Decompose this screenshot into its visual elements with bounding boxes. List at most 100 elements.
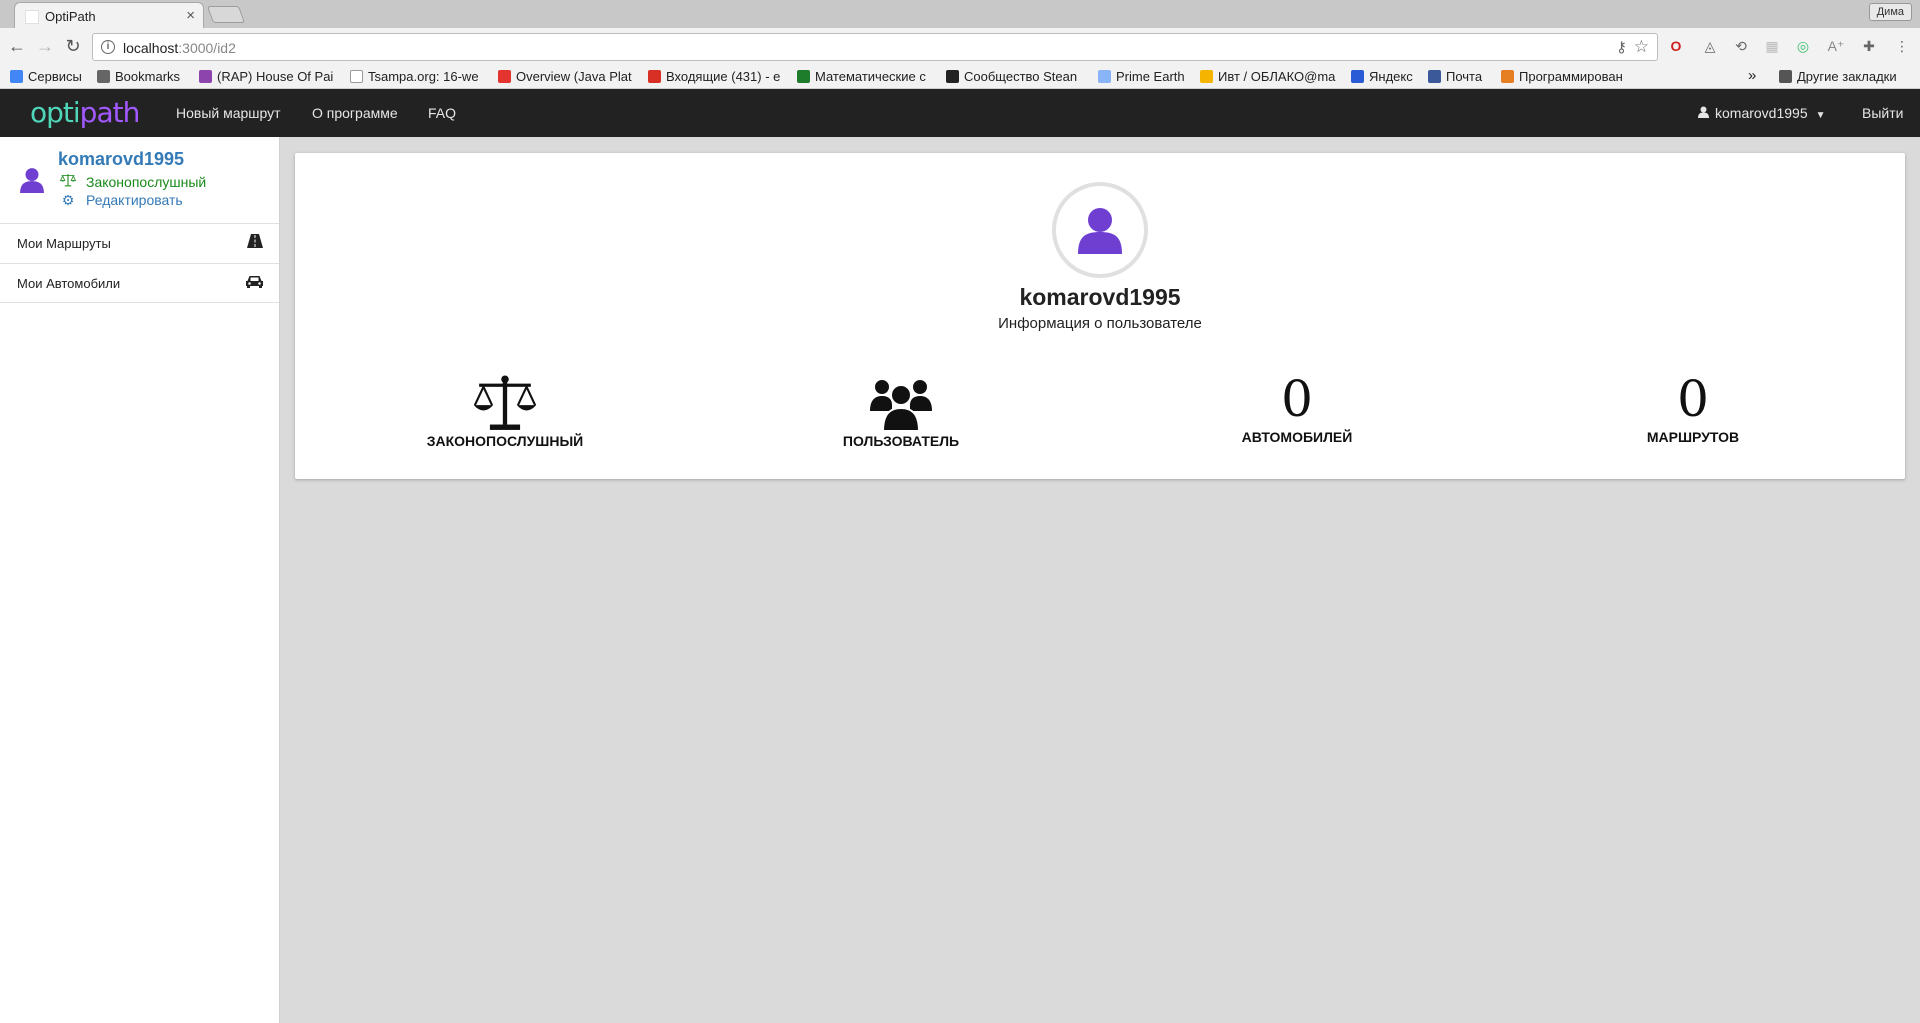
bookmark-label: Сообщество Stean <box>964 69 1078 84</box>
key-icon[interactable]: ⚷ <box>1616 38 1627 56</box>
bookmark-star-icon[interactable]: ☆ <box>1634 37 1649 57</box>
bookmark-rap[interactable]: (RAP) House Of Pai <box>199 69 335 84</box>
sidebar-avatar-icon <box>20 167 44 198</box>
bookmark-prime-earth[interactable]: Prime Earth <box>1098 69 1194 84</box>
bookmark-programming[interactable]: Программирован <box>1501 69 1639 84</box>
stat-routes-count: 0 <box>1677 370 1709 428</box>
road-icon <box>247 234 263 253</box>
extension-circle-icon[interactable]: ◎ <box>1794 37 1812 55</box>
nav-faq[interactable]: FAQ <box>428 105 456 121</box>
tab-close-icon[interactable]: × <box>186 7 195 24</box>
back-arrow-icon[interactable]: ← <box>6 36 28 56</box>
forward-arrow-icon[interactable]: → <box>34 36 56 56</box>
stat-role: ПОЛЬЗОВАТЕЛЬ <box>751 371 1051 449</box>
sidebar-username[interactable]: komarovd1995 <box>58 149 184 170</box>
profile-card: komarovd1995 Информация о пользователе З… <box>295 153 1905 479</box>
java-icon <box>1501 70 1514 83</box>
sidebar: komarovd1995 Законопослушный ⚙ Редактиров… <box>0 137 280 1023</box>
bookmark-favicon-icon <box>199 70 212 83</box>
extension-history-icon[interactable]: ⟲ <box>1732 37 1750 55</box>
sidebar-item-label: Мои Маршруты <box>17 236 111 251</box>
bookmark-steam[interactable]: Сообщество Stean <box>946 69 1084 84</box>
browser-menu-icon[interactable]: ⋮ <box>1893 37 1911 55</box>
brand-logo-part1: opti <box>30 96 81 129</box>
address-bar[interactable]: i localhost:3000/id2 ⚷ ☆ <box>92 33 1658 61</box>
sidebar-item-routes[interactable]: Мои Маршруты <box>0 223 279 263</box>
bookmark-services[interactable]: Сервисы <box>10 69 90 84</box>
profile-username: komarovd1995 <box>1019 284 1181 310</box>
brand-logo[interactable]: optipath <box>30 96 141 129</box>
bookmark-gmail[interactable]: Входящие (431) - e <box>648 69 784 84</box>
bookmark-java[interactable]: Overview (Java Plat <box>498 69 634 84</box>
bookmark-label: Prime Earth <box>1116 69 1185 84</box>
caret-down-icon: ▼ <box>1815 110 1826 121</box>
logout-link[interactable]: Выйти <box>1862 105 1903 121</box>
app-navbar: optipath Новый маршрут О программе FAQ k… <box>0 89 1920 137</box>
browser-tabstrip: OptiPath × Дима <box>0 0 1920 29</box>
bookmarks-bar: Сервисы Bookmarks (RAP) House Of Pai Tsa… <box>0 65 1920 89</box>
bookmark-cloud[interactable]: Ивт / ОБЛАКО@ma <box>1200 69 1340 84</box>
bookmark-label: Почта <box>1446 69 1483 84</box>
bookmark-favicon-icon <box>1351 70 1364 83</box>
nav-about[interactable]: О программе <box>312 105 398 121</box>
url-text: localhost:3000/id2 <box>123 40 236 56</box>
bookmark-bookmarks[interactable]: Bookmarks <box>97 69 187 84</box>
stat-cars-label: АВТОМОБИЛЕЙ <box>1241 429 1353 445</box>
opera-extension-icon[interactable]: O <box>1667 37 1685 55</box>
bookmark-tsampa[interactable]: Tsampa.org: 16-we <box>350 69 484 84</box>
user-icon <box>1698 105 1709 121</box>
edit-profile-link[interactable]: ⚙ Редактировать <box>58 192 183 209</box>
bookmark-label: Входящие (431) - e <box>666 69 781 84</box>
bookmarks-overflow-button[interactable]: » <box>1748 67 1756 84</box>
folder-icon <box>1779 70 1792 83</box>
bookmark-label: Tsampa.org: 16-we <box>368 69 479 84</box>
star-icon <box>97 70 110 83</box>
other-bookmarks-folder[interactable]: Другие закладки <box>1779 69 1919 84</box>
navbar-username: komarovd1995 <box>1715 105 1808 121</box>
brand-logo-part2: path <box>79 96 141 129</box>
stat-role-label: ПОЛЬЗОВАТЕЛЬ <box>842 433 960 449</box>
stat-cars-count: 0 <box>1281 370 1313 428</box>
stat-status-label: ЗАКОНОПОСЛУШНЫЙ <box>426 433 584 449</box>
new-tab-button[interactable] <box>206 6 246 23</box>
page-icon <box>350 70 363 83</box>
tab-favicon-icon <box>25 10 39 24</box>
browser-tab[interactable]: OptiPath × <box>14 2 204 29</box>
bookmark-mail[interactable]: Почта <box>1428 69 1494 84</box>
sidebar-status-label: Законопослушный <box>86 174 207 190</box>
bookmark-label: Другие закладки <box>1797 69 1897 84</box>
car-icon <box>246 274 263 293</box>
sidebar-item-cars[interactable]: Мои Автомобили <box>0 263 279 303</box>
bookmark-label: Программирован <box>1519 69 1623 84</box>
scales-icon <box>58 173 78 190</box>
steam-icon <box>946 70 959 83</box>
gears-icon: ⚙ <box>61 192 75 208</box>
scales-icon <box>355 371 655 431</box>
extension-font-icon[interactable]: A⁺ <box>1827 37 1845 55</box>
sidebar-item-label: Мои Автомобили <box>17 276 121 291</box>
edit-profile-label: Редактировать <box>86 192 183 208</box>
bookmark-label: Overview (Java Plat <box>516 69 632 84</box>
sidebar-status: Законопослушный <box>58 173 206 190</box>
browser-profile-button[interactable]: Дима <box>1868 3 1912 21</box>
apps-grid-icon <box>10 70 23 83</box>
reload-icon[interactable]: ↻ <box>62 36 84 56</box>
profile-avatar <box>1052 182 1148 278</box>
bookmark-yandex[interactable]: Яндекс <box>1351 69 1429 84</box>
users-icon <box>751 371 1051 431</box>
stat-status: ЗАКОНОПОСЛУШНЫЙ <box>355 371 655 449</box>
extensions-puzzle-icon[interactable]: ✚ <box>1860 37 1878 55</box>
nav-new-route[interactable]: Новый маршрут <box>176 105 281 121</box>
bookmark-label: Ивт / ОБЛАКО@ma <box>1218 69 1336 84</box>
user-avatar-icon <box>1078 208 1122 254</box>
browser-toolbar: ← → ↻ i localhost:3000/id2 ⚷ ☆ O ◬ ⟲ ▦ ◎… <box>0 28 1920 65</box>
url-host: localhost <box>123 40 179 56</box>
bookmark-favicon-icon <box>498 70 511 83</box>
extension-grid-icon[interactable]: ▦ <box>1763 37 1781 55</box>
info-icon[interactable]: i <box>101 40 115 54</box>
profile-subtitle: Информация о пользователе <box>998 315 1202 332</box>
bookmark-math[interactable]: Математические с <box>797 69 933 84</box>
user-dropdown[interactable]: komarovd1995 ▼ <box>1698 105 1826 121</box>
extension-triangle-icon[interactable]: ◬ <box>1701 37 1719 55</box>
cloud-icon <box>1200 70 1213 83</box>
